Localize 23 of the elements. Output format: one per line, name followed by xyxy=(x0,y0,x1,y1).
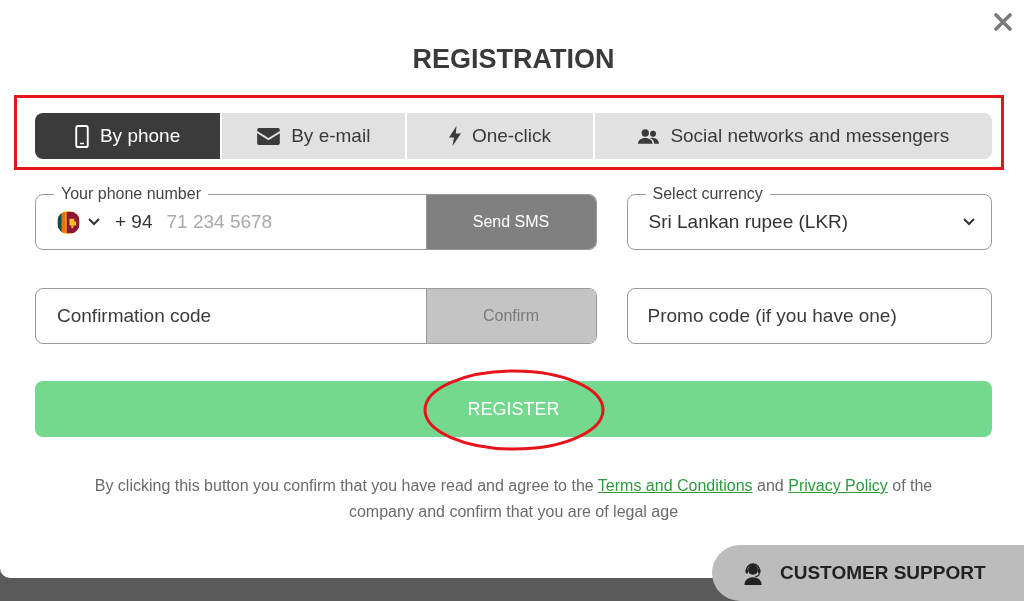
dialog-title: REGISTRATION xyxy=(411,43,616,75)
promo-code-field[interactable]: Promo code (if you have one) xyxy=(626,288,992,344)
chevron-down-icon xyxy=(963,218,975,226)
consent-text: By clicking this button you confirm that you have read and agree to the Terms and Conditions and Privacy Policy of the company and confirm that you are of legal age xyxy=(93,476,934,522)
flag-icon[interactable] xyxy=(57,210,80,234)
country-code: + 94 xyxy=(115,209,153,234)
customer-support-button[interactable]: CUSTOMER SUPPORT xyxy=(712,545,1024,601)
send-sms-button[interactable]: Send SMS xyxy=(425,195,596,249)
headset-person-icon xyxy=(743,561,763,585)
registration-tab[interactable]: One-click xyxy=(407,113,593,159)
registration-tab[interactable]: By phone xyxy=(35,113,221,159)
document-link[interactable]: Terms and Conditions xyxy=(597,477,753,494)
lightning-icon xyxy=(448,126,461,146)
people-icon xyxy=(637,128,660,144)
close-icon[interactable] xyxy=(994,13,1012,31)
envelope-icon xyxy=(257,127,281,145)
document-link[interactable]: Privacy Policy xyxy=(788,477,888,494)
registration-tab[interactable]: Social networks and messengers xyxy=(594,113,992,159)
field-label: Your phone number xyxy=(54,185,208,203)
chevron-down-icon[interactable] xyxy=(88,218,100,226)
smartphone-icon xyxy=(74,124,89,148)
registration-tab[interactable]: By e-mail xyxy=(222,113,406,159)
field-label: Select currency xyxy=(645,185,770,203)
